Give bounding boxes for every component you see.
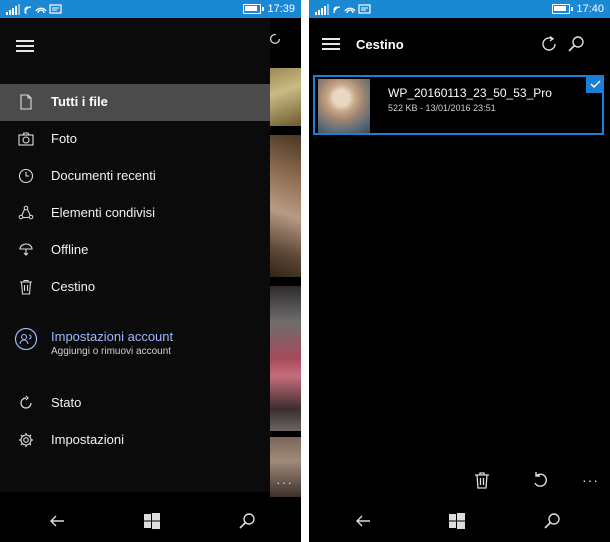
status-icons xyxy=(315,4,371,15)
battery-icon xyxy=(243,4,264,14)
back-icon[interactable] xyxy=(354,512,372,530)
file-list-item[interactable]: WP_20160113_23_50_53_Pro 522 KB - 13/01/… xyxy=(313,75,604,135)
hamburger-menu-icon[interactable] xyxy=(322,38,340,50)
restore-icon[interactable] xyxy=(531,471,549,489)
account-icon xyxy=(14,327,38,351)
drawer-item-label: Cestino xyxy=(51,279,96,294)
drawer-item-label: Tutti i file xyxy=(51,94,108,109)
drawer-item-label: Impostazioni xyxy=(51,432,124,447)
clock-icon xyxy=(18,168,34,184)
battery-icon xyxy=(552,4,573,14)
search-icon[interactable] xyxy=(543,512,561,530)
photo-thumbnail[interactable] xyxy=(270,68,301,126)
photo-thumbnail[interactable] xyxy=(270,135,301,277)
offline-icon xyxy=(19,243,33,256)
file-icon xyxy=(20,94,32,110)
search-icon[interactable] xyxy=(238,512,256,530)
camera-icon xyxy=(18,132,34,146)
drawer-item-account-settings[interactable]: Impostazioni account Aggiungi o rimuovi … xyxy=(0,323,270,363)
navigation-drawer: Tutti i file Foto Documenti recenti Elem… xyxy=(0,18,270,492)
windows-start-icon[interactable] xyxy=(448,512,466,530)
drawer-item-label: Stato xyxy=(51,395,82,410)
photo-thumbnail[interactable] xyxy=(270,286,301,431)
refresh-icon[interactable] xyxy=(268,32,282,46)
share-icon xyxy=(18,205,34,220)
status-icons xyxy=(6,4,62,15)
drawer-item-label: Offline xyxy=(51,242,89,257)
more-options-button[interactable]: ··· xyxy=(276,474,293,490)
drawer-item-tutti-i-file[interactable]: Tutti i file xyxy=(0,84,270,121)
system-nav-bar xyxy=(309,500,610,542)
account-settings-label: Impostazioni account xyxy=(51,329,174,344)
trash-icon[interactable] xyxy=(473,471,491,489)
drawer-item-stato[interactable]: Stato xyxy=(0,385,270,422)
drawer-item-elementi-condivisi[interactable]: Elementi condivisi xyxy=(0,195,270,232)
back-icon[interactable] xyxy=(48,512,66,530)
file-name: WP_20160113_23_50_53_Pro xyxy=(388,86,552,100)
checkmark-icon xyxy=(590,80,601,88)
windows-start-icon[interactable] xyxy=(143,512,161,530)
drawer-item-label: Elementi condivisi xyxy=(51,205,156,220)
screenshot-divider xyxy=(301,0,309,542)
drawer-item-impostazioni[interactable]: Impostazioni xyxy=(0,422,270,459)
file-thumbnail xyxy=(318,79,370,133)
drawer-item-label: Documenti recenti xyxy=(51,168,156,183)
status-time: 17:39 xyxy=(267,3,295,15)
account-settings-subtitle: Aggiungi o rimuovi account xyxy=(51,346,172,357)
drawer-item-documenti-recenti[interactable]: Documenti recenti xyxy=(0,158,270,195)
left-phone-screen: 17:39 ··· Tutti i file Foto Documenti re… xyxy=(0,0,301,542)
drawer-item-cestino[interactable]: Cestino xyxy=(0,269,270,306)
gear-icon xyxy=(19,433,33,447)
search-icon[interactable] xyxy=(567,35,585,53)
status-bar: 17:39 xyxy=(0,0,301,18)
drawer-item-offline[interactable]: Offline xyxy=(0,232,270,269)
selection-checkbox[interactable] xyxy=(586,75,604,93)
sync-icon xyxy=(20,395,32,409)
hamburger-menu-icon[interactable] xyxy=(16,40,34,52)
file-meta: 522 KB - 13/01/2016 23:51 xyxy=(388,103,496,113)
page-title: Cestino xyxy=(356,37,404,52)
trash-icon xyxy=(20,279,32,295)
drawer-item-label: Foto xyxy=(51,131,78,146)
status-bar: 17:40 xyxy=(309,0,610,18)
right-phone-screen: 17:40 Cestino WP_20160113_23_50_53_Pro 5… xyxy=(309,0,610,542)
drawer-item-foto[interactable]: Foto xyxy=(0,121,270,158)
app-header: Cestino xyxy=(309,18,610,70)
more-options-button[interactable]: ··· xyxy=(582,472,599,488)
status-time: 17:40 xyxy=(576,3,604,15)
refresh-icon[interactable] xyxy=(540,35,558,53)
system-nav-bar xyxy=(0,500,301,542)
